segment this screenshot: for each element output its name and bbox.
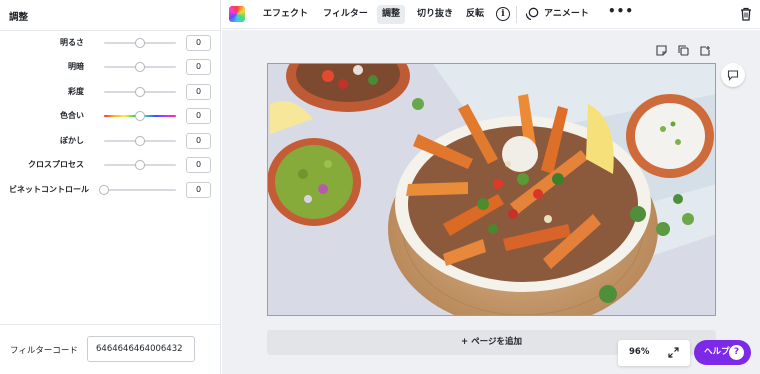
divider [0, 30, 221, 31]
info-icon[interactable]: i [496, 7, 510, 21]
adjustment-label: ビネットコントロール [9, 185, 89, 194]
editor-toolbar: エフェクト フィルター 調整 切り抜き 反転 i アニメート ••• [222, 0, 760, 29]
adjustment-slider[interactable] [104, 62, 176, 72]
slider-handle[interactable] [99, 185, 109, 195]
adjustment-label: 彩度 [68, 87, 84, 96]
comment-icon [727, 70, 739, 81]
slider-handle[interactable] [135, 62, 145, 72]
adjustment-slider[interactable] [104, 136, 176, 146]
adjustment-value-input[interactable]: 0 [186, 108, 211, 124]
adjustment-row: ビネットコントロール 0 [0, 180, 221, 200]
panel-title: 調整 [9, 12, 29, 23]
slider-handle[interactable] [135, 38, 145, 48]
duplicate-icon[interactable] [678, 45, 689, 56]
adjustment-value-input[interactable]: 0 [186, 35, 211, 51]
adjustment-value-input[interactable]: 0 [186, 157, 211, 173]
effects-button[interactable]: エフェクト [258, 5, 313, 24]
divider [0, 324, 221, 325]
filter-code-input[interactable]: 6464646464006432 [87, 336, 195, 362]
adjustment-slider[interactable] [104, 87, 176, 97]
expand-icon[interactable] [668, 347, 679, 358]
add-page-icon[interactable] [700, 45, 711, 56]
adjustment-label: 明暗 [68, 62, 84, 71]
adjustment-row: 色合い 0 [0, 106, 221, 126]
adjustment-label: クロスプロセス [28, 160, 84, 169]
animate-button[interactable]: アニメート [539, 5, 594, 24]
adjustment-label: 色合い [60, 111, 84, 120]
design-page[interactable] [267, 63, 716, 316]
slider-handle[interactable] [135, 136, 145, 146]
help-button[interactable]: ヘルプ ? [694, 340, 751, 365]
adjustment-row: 彩度 0 [0, 82, 221, 102]
adjustment-slider[interactable] [99, 185, 176, 195]
zoom-level[interactable]: 96% [629, 347, 649, 357]
comment-button[interactable] [721, 63, 745, 87]
divider [516, 6, 517, 23]
adjustment-value-input[interactable]: 0 [186, 182, 211, 198]
adjustment-label: ぼかし [60, 136, 84, 145]
adjustment-slider[interactable] [104, 38, 176, 48]
adjust-panel: 調整 明るさ 0 明暗 0 彩度 0 色合い 0 ぼかし 0 クロスプロセス 0 ビネットコントロール 0… [0, 0, 221, 374]
food-photo[interactable] [268, 64, 716, 316]
adjustment-row: 明暗 0 [0, 57, 221, 77]
flip-button[interactable]: 反転 [461, 5, 489, 24]
slider-handle[interactable] [135, 111, 145, 121]
filter-button[interactable]: フィルター [318, 5, 373, 24]
trash-icon[interactable] [740, 7, 752, 21]
adjustment-value-input[interactable]: 0 [186, 59, 211, 75]
crop-button[interactable]: 切り抜き [412, 5, 458, 24]
zoom-control[interactable]: 96% [618, 340, 690, 366]
adjustment-row: 明るさ 0 [0, 33, 221, 53]
adjustment-label: 明るさ [60, 38, 84, 47]
adjustment-row: ぼかし 0 [0, 131, 221, 151]
animate-icon [525, 7, 539, 21]
note-icon[interactable] [656, 45, 667, 56]
filter-code-label: フィルターコード [10, 346, 78, 356]
slider-handle[interactable] [135, 160, 145, 170]
color-palette-icon[interactable] [229, 6, 245, 22]
adjustment-slider[interactable] [104, 111, 176, 121]
question-icon: ? [729, 345, 744, 360]
help-label: ヘルプ [704, 347, 730, 357]
adjustment-value-input[interactable]: 0 [186, 133, 211, 149]
design-canvas: + ページを追加 96% ヘルプ ? [222, 30, 760, 374]
more-dots-icon[interactable]: ••• [608, 4, 634, 18]
adjustment-row: クロスプロセス 0 [0, 155, 221, 175]
adjustment-slider[interactable] [104, 160, 176, 170]
adjustment-value-input[interactable]: 0 [186, 84, 211, 100]
adjust-button[interactable]: 調整 [377, 5, 406, 24]
slider-handle[interactable] [135, 87, 145, 97]
